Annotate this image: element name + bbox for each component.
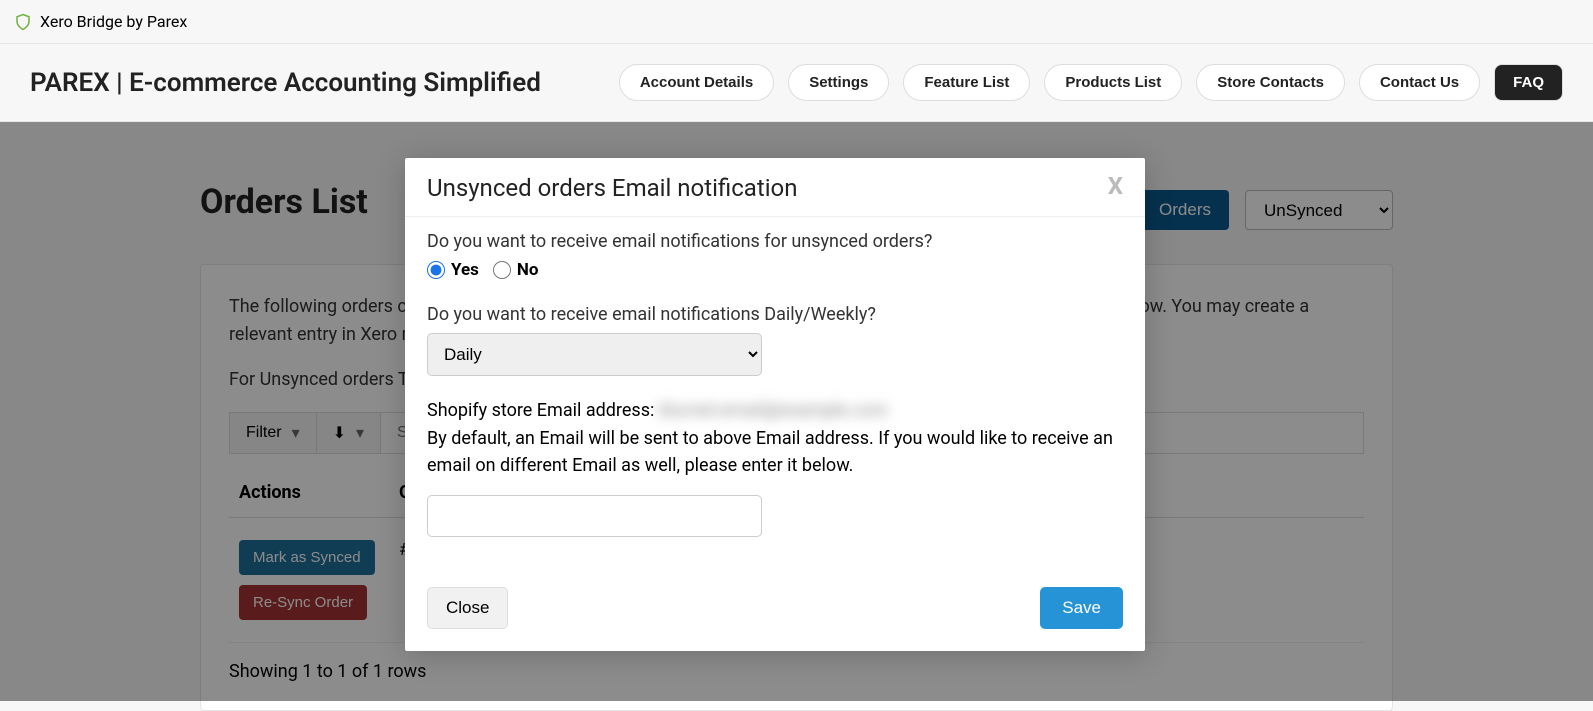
frequency-select[interactable]: Daily [427, 333, 762, 376]
close-button[interactable]: Close [427, 587, 508, 629]
modal-title: Unsynced orders Email notification [427, 174, 797, 202]
radio-no[interactable] [493, 261, 511, 279]
nav-products[interactable]: Products List [1044, 64, 1182, 101]
nav-account[interactable]: Account Details [619, 64, 774, 101]
nav-store-contacts[interactable]: Store Contacts [1196, 64, 1345, 101]
header: PAREX | E-commerce Accounting Simplified… [0, 44, 1593, 122]
question-frequency: Do you want to receive email notificatio… [427, 304, 1123, 325]
close-icon[interactable]: X [1108, 174, 1123, 198]
store-email-line: Shopify store Email address: blurred.ema… [427, 400, 1123, 421]
store-email-blurred: blurred.email@example.com [659, 400, 888, 421]
radio-yes-label[interactable]: Yes [427, 260, 479, 280]
nav-features[interactable]: Feature List [903, 64, 1030, 101]
nav-buttons: Account Details Settings Feature List Pr… [619, 64, 1563, 101]
alt-email-input[interactable] [427, 495, 762, 537]
brand-text: PAREX | E-commerce Accounting Simplified [30, 68, 619, 98]
app-title: Xero Bridge by Parex [40, 12, 187, 31]
nav-faq[interactable]: FAQ [1494, 64, 1563, 101]
radio-group-yesno: Yes No [427, 260, 1123, 280]
save-button[interactable]: Save [1040, 587, 1123, 629]
radio-no-label[interactable]: No [493, 260, 539, 280]
question-receive-notifications: Do you want to receive email notificatio… [427, 231, 1123, 252]
nav-settings[interactable]: Settings [788, 64, 889, 101]
email-description: By default, an Email will be sent to abo… [427, 425, 1123, 479]
top-bar: Xero Bridge by Parex [0, 0, 1593, 44]
shield-icon [14, 13, 32, 31]
radio-yes[interactable] [427, 261, 445, 279]
email-notification-modal: Unsynced orders Email notification X Do … [405, 158, 1145, 651]
nav-contact-us[interactable]: Contact Us [1359, 64, 1480, 101]
